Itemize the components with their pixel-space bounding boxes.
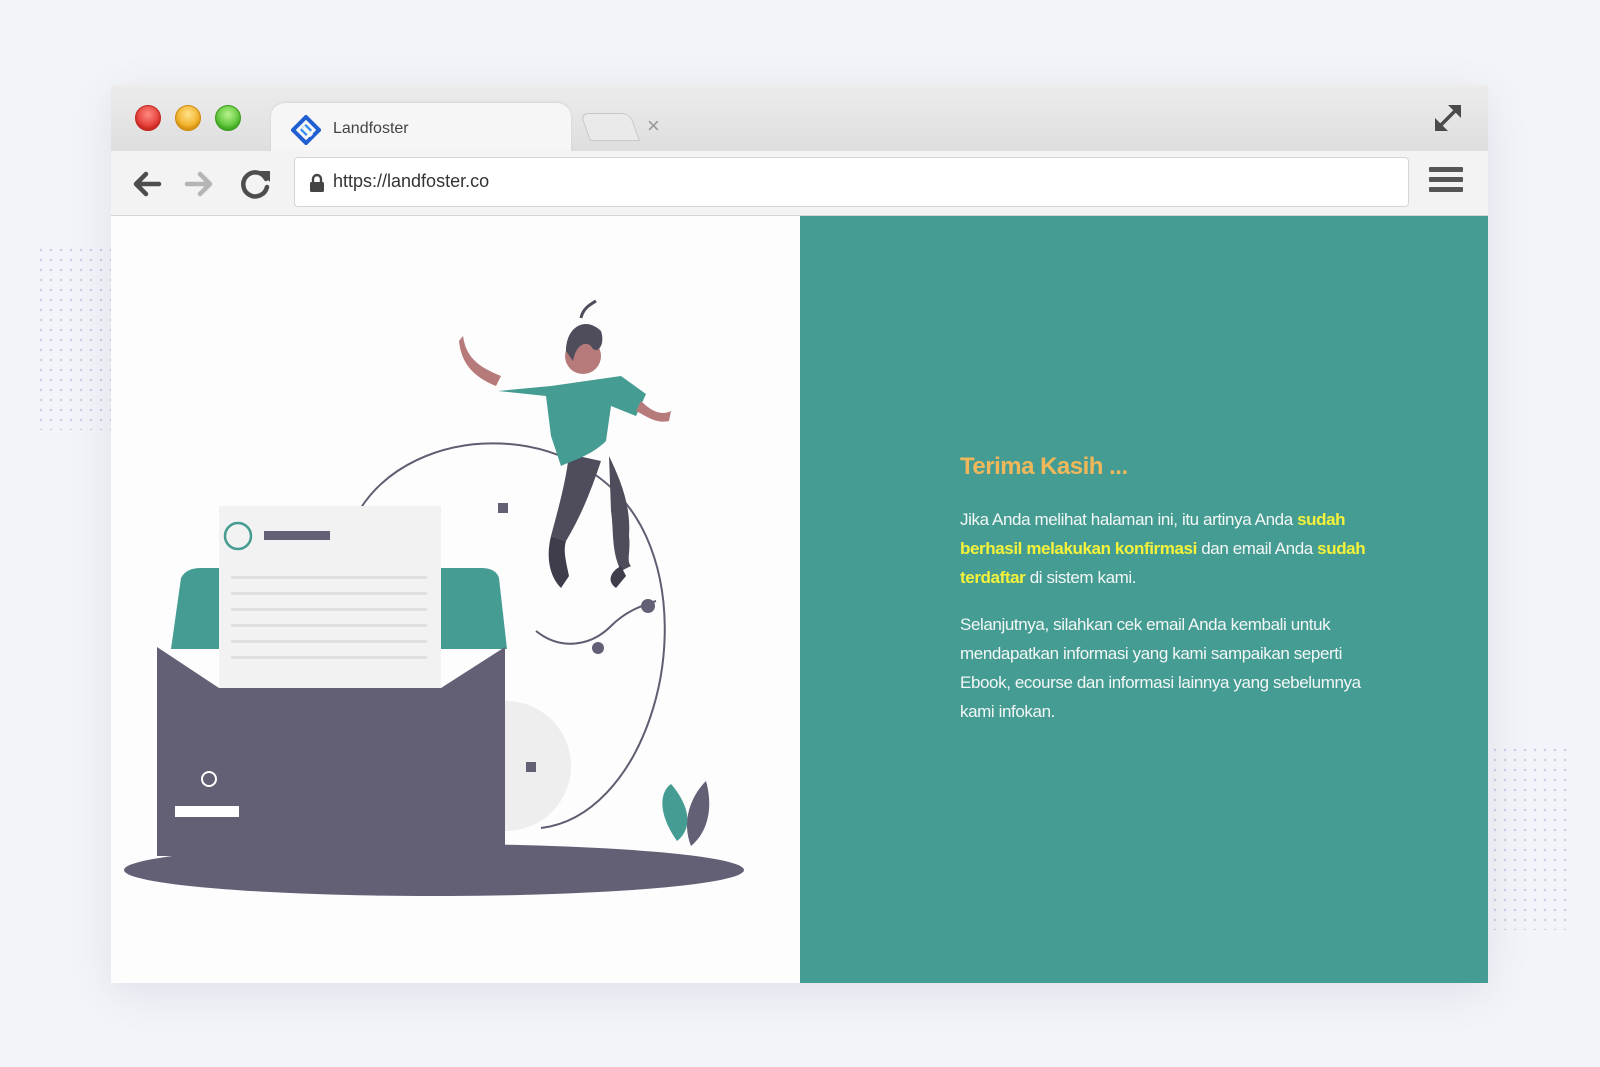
confirmation-text-c: di sistem kami.: [1025, 568, 1137, 587]
next-steps-paragraph: Selanjutnya, silahkan cek email Anda kem…: [960, 615, 1361, 721]
forward-arrow-icon[interactable]: [183, 167, 217, 201]
illustration-pane: [111, 216, 800, 983]
lock-icon: [310, 173, 324, 192]
thank-you-message: Terima Kasih ... Jika Anda melihat halam…: [960, 453, 1370, 744]
confirmation-text-a: Jika Anda melihat halaman ini, itu artin…: [960, 510, 1298, 529]
window-zoom-button[interactable]: [215, 105, 241, 131]
thank-you-pane: Terima Kasih ... Jika Anda melihat halam…: [800, 216, 1488, 983]
squiggle-line: [535, 600, 657, 645]
email-confirmation-illustration: [124, 299, 744, 896]
page-content: Terima Kasih ... Jika Anda melihat halam…: [111, 216, 1488, 983]
leaf: [662, 784, 688, 841]
confirmation-text-b: dan email Anda: [1196, 539, 1318, 558]
tab-title: Landfoster: [333, 120, 409, 137]
leaf-dark: [686, 781, 710, 846]
thank-you-title: Terima Kasih ...: [960, 453, 1128, 480]
browser-window: Landfoster × https://landfoster.co Terim…: [111, 85, 1488, 983]
close-icon[interactable]: ×: [647, 113, 660, 139]
address-bar[interactable]: https://landfoster.co: [294, 157, 1409, 207]
reload-icon[interactable]: [239, 167, 273, 201]
decorative-dots-right: [1490, 745, 1570, 930]
maximize-icon[interactable]: [1431, 101, 1465, 135]
jumping-person: [459, 299, 671, 588]
new-tab-button[interactable]: [579, 113, 641, 141]
window-minimize-button[interactable]: [175, 105, 201, 131]
landfoster-logo-icon: [291, 115, 321, 145]
hamburger-menu-icon[interactable]: [1429, 167, 1463, 197]
confirmation-paragraph: Jika Anda melihat halaman ini, itu artin…: [960, 505, 1370, 592]
window-close-button[interactable]: [135, 105, 161, 131]
url-text[interactable]: https://landfoster.co: [333, 171, 489, 192]
back-arrow-icon[interactable]: [129, 167, 163, 201]
browser-toolbar: https://landfoster.co: [111, 151, 1488, 216]
browser-tab[interactable]: Landfoster ×: [271, 103, 660, 151]
browser-titlebar: Landfoster ×: [111, 85, 1488, 151]
